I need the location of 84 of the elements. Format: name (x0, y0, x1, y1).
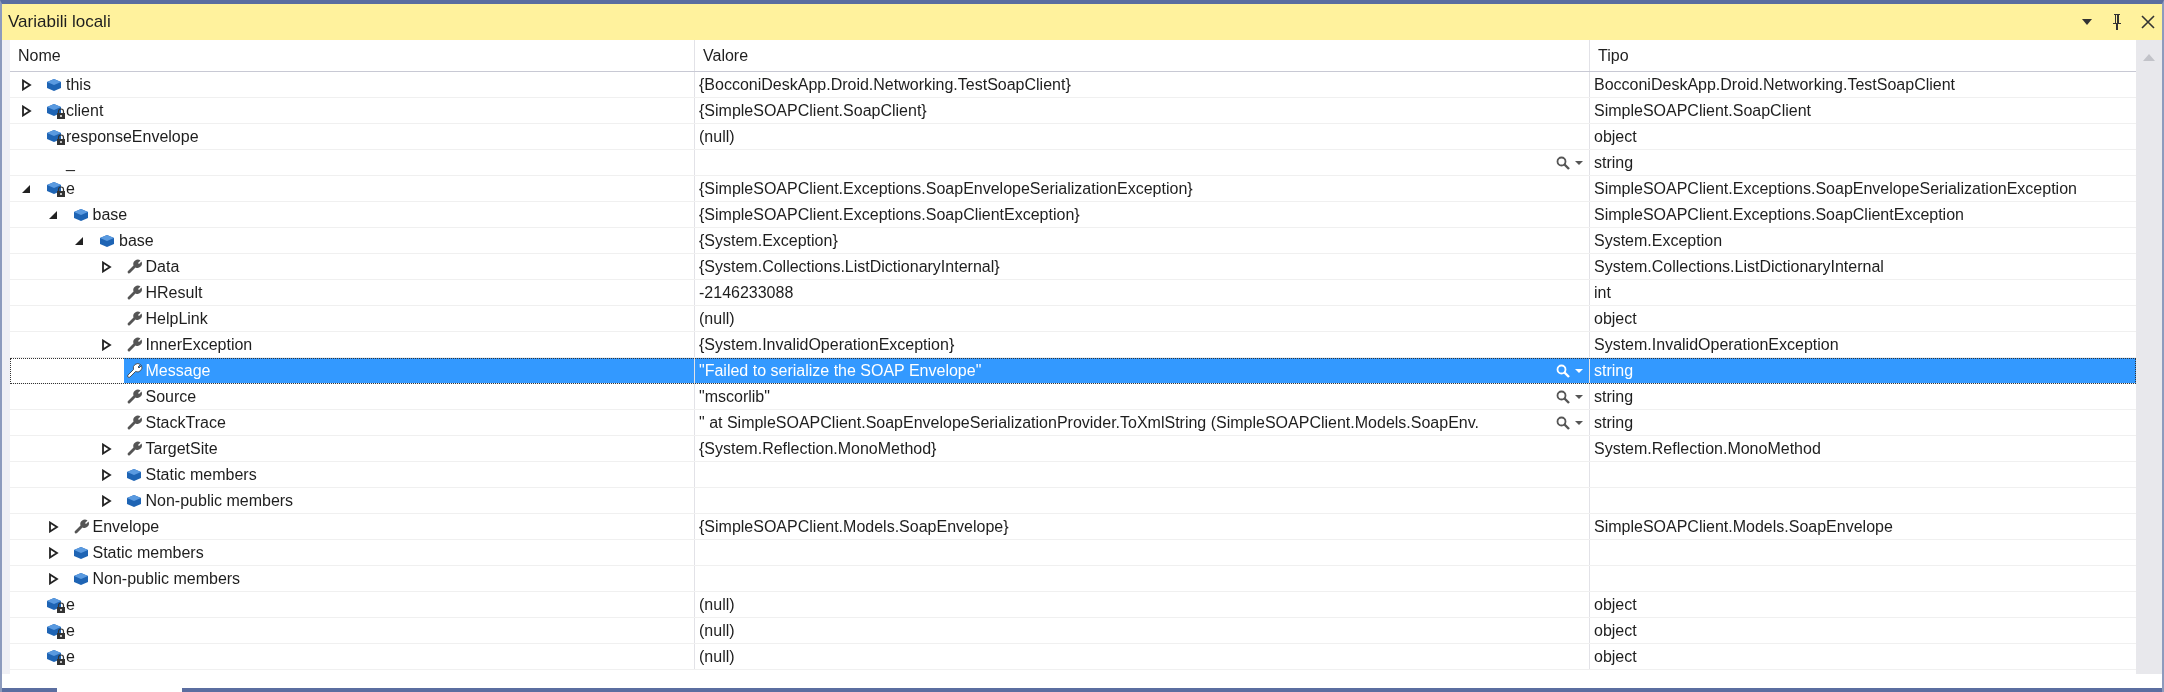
variable-name: responseEnvelope (66, 127, 199, 146)
variable-type: SimpleSOAPClient.Exceptions.SoapEnvelopeSerializationException (1594, 179, 2077, 198)
variable-name: base (119, 231, 154, 250)
variable-name: _ (66, 153, 75, 172)
column-header[interactable]: Nome (10, 40, 694, 71)
variable-type: object (1594, 595, 1637, 614)
variable-type: int (1594, 283, 1611, 302)
variable-type: System.InvalidOperationException (1594, 335, 1839, 354)
tree-row[interactable]: HResult -2146233088 int (10, 280, 2136, 306)
variable-value: -2146233088 (699, 283, 794, 302)
variable-type: System.Collections.ListDictionaryInternal (1594, 257, 1884, 276)
variable-type: string (1594, 413, 1634, 432)
tree-row[interactable]: base {System.Exception} System.Exception (10, 228, 2136, 254)
tree-row[interactable]: Envelope {SimpleSOAPClient.Models.SoapEnvelope} SimpleSOAPClient.Models.SoapEnvelope (10, 514, 2136, 540)
variable-type: string (1594, 361, 1634, 380)
variable-name: this (66, 75, 91, 94)
variable-type: SimpleSOAPClient.Models.SoapEnvelope (1594, 517, 1893, 536)
variable-name: Message (145, 361, 211, 380)
tree-row[interactable]: e {SimpleSOAPClient.Exceptions.SoapEnvelopeSerializationException} SimpleSOAPClient.Exceptions.SoapEnvelopeSerializationException (10, 176, 2136, 202)
column-header[interactable]: Valore (694, 40, 1589, 71)
tree-row[interactable]: Static members (10, 462, 2136, 488)
tree-row[interactable]: base {SimpleSOAPClient.Exceptions.SoapClientException} SimpleSOAPClient.Exceptions.SoapClientException (10, 202, 2136, 228)
variable-type: string (1594, 153, 1634, 172)
variable-name: HResult (145, 283, 203, 302)
variable-value: "mscorlib" (699, 387, 770, 406)
tree-row[interactable]: HelpLink (null) object (10, 306, 2136, 332)
variable-type: object (1594, 621, 1637, 640)
tree-row[interactable]: e (null) object (10, 644, 2136, 670)
variable-name: e (66, 621, 75, 640)
variable-type: SimpleSOAPClient.SoapClient (1594, 101, 1811, 120)
variable-type: object (1594, 647, 1637, 666)
tree-row[interactable]: Non-public members (10, 566, 2136, 592)
variable-name: StackTrace (145, 413, 226, 432)
variable-name: Envelope (92, 517, 160, 536)
variable-value: "Failed to serialize the SOAP Envelope" (699, 361, 982, 380)
tree-row[interactable]: Source "mscorlib" string (10, 384, 2136, 410)
variable-value: (null) (699, 309, 735, 328)
variable-value: (null) (699, 127, 735, 146)
variable-value: " at SimpleSOAPClient.SoapEnvelopeSerializationProvider.ToXmlString (SimpleSOAPClient.Models.SoapEnv. (699, 413, 1479, 432)
variable-name: Static members (92, 543, 204, 562)
variable-value: {System.Exception} (699, 231, 838, 250)
variable-value: (null) (699, 621, 735, 640)
variable-type: object (1594, 309, 1637, 328)
variable-value: {SimpleSOAPClient.Models.SoapEnvelope} (699, 517, 1009, 536)
variable-type: string (1594, 387, 1634, 406)
tree-row[interactable]: client {SimpleSOAPClient.SoapClient} SimpleSOAPClient.SoapClient (10, 98, 2136, 124)
variable-name: e (66, 179, 75, 198)
variable-name: Non-public members (145, 491, 294, 510)
variable-name: Static members (145, 465, 257, 484)
variable-value: {System.Reflection.MonoMethod} (699, 439, 937, 458)
tree-row[interactable]: e (null) object (10, 592, 2136, 618)
variable-name: Source (145, 387, 197, 406)
variable-type: System.Reflection.MonoMethod (1594, 439, 1821, 458)
tree-row[interactable]: Static members (10, 540, 2136, 566)
variable-type: BocconiDeskApp.Droid.Networking.TestSoapClient (1594, 75, 1956, 94)
variable-value: (null) (699, 595, 735, 614)
variable-name: e (66, 595, 75, 614)
tree-row[interactable]: StackTrace " at SimpleSOAPClient.SoapEnvelopeSerializationProvider.ToXmlString (SimpleSOAPClient.Models.SoapEnv. string (10, 410, 2136, 436)
window-title: Variabili locali (8, 12, 111, 32)
variable-name: Data (145, 257, 180, 276)
variable-name: base (92, 205, 128, 224)
variable-value: {BocconiDeskApp.Droid.Networking.TestSoapClient} (699, 75, 1071, 94)
variable-name: TargetSite (145, 439, 218, 458)
variable-name: HelpLink (145, 309, 208, 328)
tree-row[interactable]: Data {System.Collections.ListDictionaryInternal} System.Collections.ListDictionaryInternal (10, 254, 2136, 280)
tree-row[interactable]: e (null) object (10, 618, 2136, 644)
variable-name: client (66, 101, 104, 120)
tree-row[interactable]: responseEnvelope (null) object (10, 124, 2136, 150)
tree-row[interactable]: TargetSite {System.Reflection.MonoMethod} System.Reflection.MonoMethod (10, 436, 2136, 462)
variable-type: System.Exception (1594, 231, 1723, 250)
variable-value: {System.Collections.ListDictionaryInternal} (699, 257, 1000, 276)
variable-name: e (66, 647, 75, 666)
tree-row[interactable]: _ string (10, 150, 2136, 176)
variable-value: {System.InvalidOperationException} (699, 335, 955, 354)
variable-value: (null) (699, 647, 735, 666)
variable-type: object (1594, 127, 1637, 146)
variable-name: Non-public members (92, 569, 241, 588)
tree-row[interactable]: this {BocconiDeskApp.Droid.Networking.TestSoapClient} BocconiDeskApp.Droid.Networking.TestSoapClient (10, 72, 2136, 98)
tree-row[interactable]: Non-public members (10, 488, 2136, 514)
variable-name: InnerException (145, 335, 253, 354)
variable-value: {SimpleSOAPClient.SoapClient} (699, 101, 927, 120)
variable-value: {SimpleSOAPClient.Exceptions.SoapEnvelopeSerializationException} (699, 179, 1193, 198)
variable-value: {SimpleSOAPClient.Exceptions.SoapClientException} (699, 205, 1080, 224)
variable-type: SimpleSOAPClient.Exceptions.SoapClientException (1594, 205, 1964, 224)
